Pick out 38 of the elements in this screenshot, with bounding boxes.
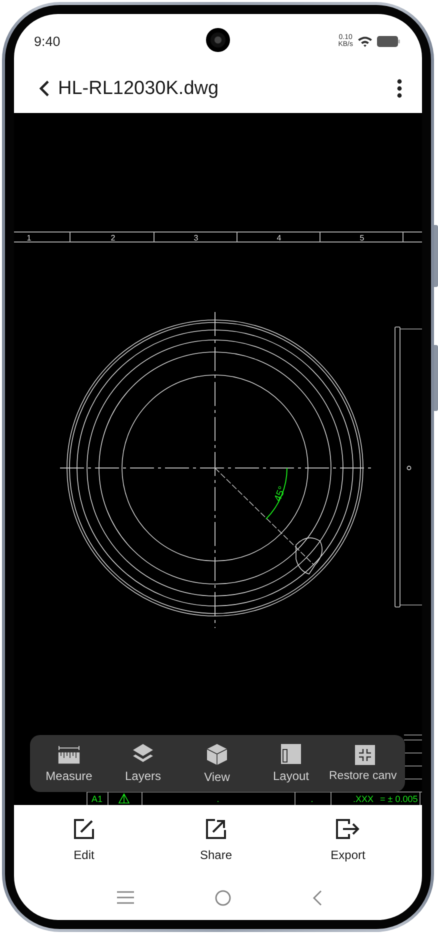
battery-icon <box>377 36 400 46</box>
cube-icon <box>207 744 227 764</box>
more-menu-icon[interactable] <box>397 79 402 98</box>
ruler-icon <box>58 744 80 764</box>
column-label: 1 <box>26 234 32 242</box>
title-block-text: A1 <box>92 794 102 804</box>
title-block-text: . <box>310 794 314 804</box>
collapse-icon <box>355 745 375 765</box>
wifi-icon <box>358 36 372 46</box>
status-time: 9:40 <box>34 32 60 48</box>
toolbar-button[interactable]: Layers <box>106 735 180 792</box>
title-block-text: . <box>216 794 220 804</box>
angle-arc <box>266 468 288 520</box>
share-icon <box>206 818 226 838</box>
column-label: 2 <box>110 234 116 242</box>
home-icon[interactable] <box>214 890 230 906</box>
column-label: 4 <box>276 234 282 242</box>
edit-icon <box>74 818 94 838</box>
toolbar-button[interactable]: Restore canv <box>328 735 405 792</box>
title-block-text: = ± 0.005 <box>380 794 418 804</box>
back-nav-icon[interactable] <box>312 890 322 906</box>
column-label: 5 <box>360 234 364 242</box>
menu-icon[interactable] <box>116 891 134 904</box>
toolbar-button[interactable]: Layout <box>254 735 328 792</box>
toolbar-button[interactable]: View <box>180 735 254 792</box>
export-icon <box>336 818 360 838</box>
triangle-icon <box>118 794 130 804</box>
title-block-text: .XXX <box>353 794 374 804</box>
layers-icon <box>133 744 153 764</box>
camera-hole <box>206 28 230 52</box>
file-title: HL-RL12030K.dwg <box>58 78 219 100</box>
back-icon[interactable] <box>39 80 50 97</box>
action-button[interactable]: Edit <box>18 805 150 875</box>
action-button[interactable]: Share <box>150 805 282 875</box>
column-label: 3 <box>194 234 198 242</box>
toolbar-button[interactable]: Measure <box>32 735 106 792</box>
layout-icon <box>281 744 301 764</box>
action-button[interactable]: Export <box>282 805 414 875</box>
